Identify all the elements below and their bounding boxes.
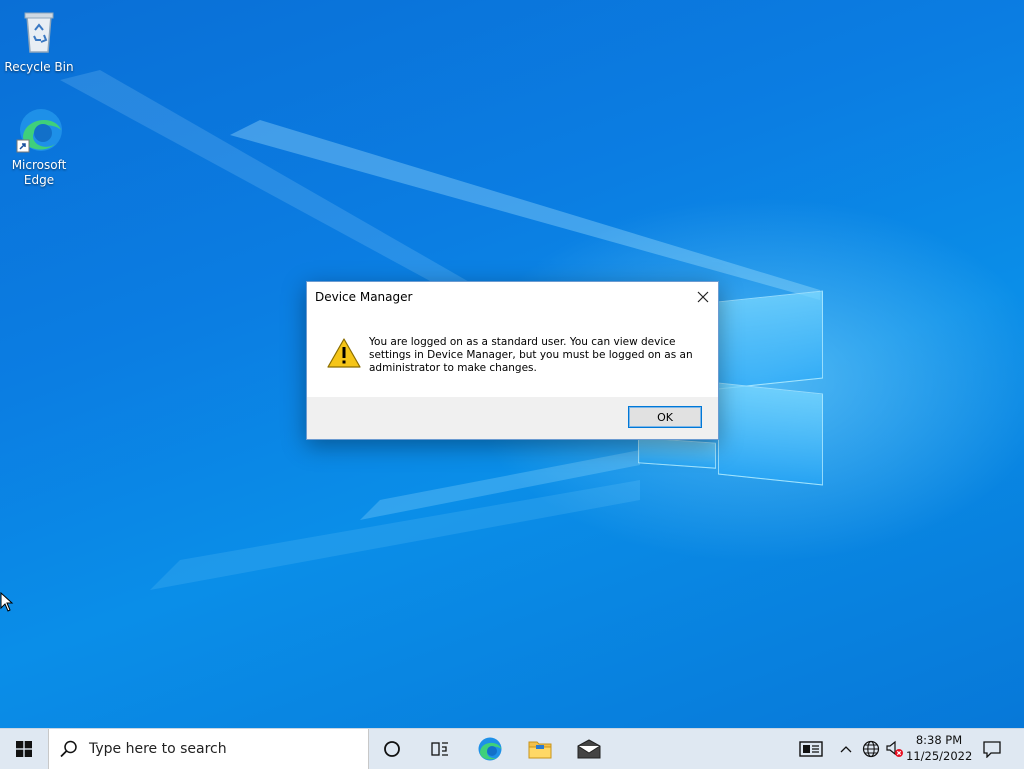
search-placeholder: Type here to search [89, 741, 227, 757]
task-view-icon [431, 742, 448, 756]
volume-button[interactable] [884, 729, 906, 769]
taskbar: Type here to search 8:38 PM 11/25/2022 [0, 728, 1024, 769]
taskbar-search-box[interactable]: Type here to search [48, 729, 369, 769]
taskbar-mail-button[interactable] [565, 729, 613, 769]
mouse-cursor-icon [0, 592, 14, 612]
edge-icon [15, 106, 63, 154]
edge-icon [478, 737, 502, 761]
mail-icon [577, 739, 601, 759]
clock-date: 11/25/2022 [906, 749, 973, 763]
windows-logo-pane [638, 437, 716, 469]
volume-muted-icon [886, 740, 903, 757]
desktop-icon-edge[interactable]: Microsoft Edge [1, 106, 77, 188]
show-hidden-icons-button[interactable] [836, 729, 856, 769]
file-explorer-icon [528, 741, 552, 759]
cortana-button[interactable] [368, 729, 416, 769]
dialog-message: You are logged on as a standard user. Yo… [369, 336, 693, 374]
ok-button[interactable]: OK [628, 406, 702, 428]
windows-start-icon [16, 741, 32, 757]
network-icon [862, 740, 880, 758]
desktop: Recycle Bin Microsoft Edge Device Manage… [0, 0, 1024, 728]
windows-logo-pane [718, 382, 823, 486]
notification-icon [983, 741, 1001, 758]
taskbar-clock[interactable]: 8:38 PM 11/25/2022 [906, 732, 972, 764]
desktop-icon-recycle-bin[interactable]: Recycle Bin [1, 8, 77, 75]
taskbar-file-explorer-button[interactable] [516, 729, 564, 769]
news-icon [799, 741, 823, 757]
desktop-icon-label: Recycle Bin [4, 60, 74, 74]
action-center-button[interactable] [978, 729, 1006, 769]
dialog-footer: OK [307, 397, 718, 439]
news-button[interactable] [796, 729, 826, 769]
task-view-button[interactable] [416, 729, 464, 769]
dialog-body: You are logged on as a standard user. Yo… [307, 312, 718, 397]
close-button[interactable] [688, 282, 718, 312]
taskbar-edge-button[interactable] [466, 729, 514, 769]
device-manager-dialog: Device Manager You are logged on as a st… [306, 281, 719, 440]
desktop-icon-label: Microsoft Edge [11, 158, 67, 187]
dialog-title: Device Manager [315, 290, 413, 304]
cortana-icon [384, 741, 400, 757]
windows-logo-pane [718, 290, 823, 390]
close-icon [697, 291, 709, 303]
network-button[interactable] [860, 729, 882, 769]
chevron-up-icon [840, 746, 852, 753]
clock-time: 8:38 PM [915, 733, 963, 747]
search-icon [60, 740, 77, 758]
recycle-bin-icon [15, 8, 63, 56]
start-button[interactable] [0, 729, 48, 769]
warning-icon [327, 338, 361, 368]
